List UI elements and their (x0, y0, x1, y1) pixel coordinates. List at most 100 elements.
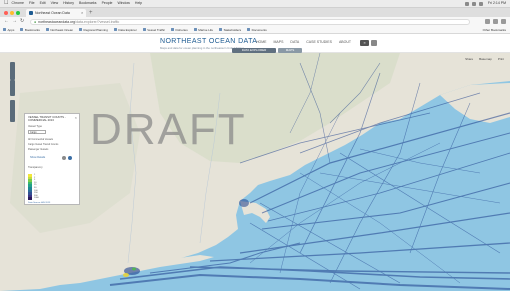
folder-icon (193, 28, 197, 31)
close-icon[interactable]: × (75, 115, 77, 120)
color-scale (28, 174, 32, 200)
bookmark-label: Stakeholders (223, 27, 242, 32)
nav-about[interactable]: ABOUT (339, 40, 351, 44)
folder-icon (45, 28, 49, 31)
menu-bookmarks[interactable]: Bookmarks (79, 0, 97, 7)
folder-icon (79, 28, 83, 31)
new-tab-icon[interactable]: + (89, 9, 93, 17)
folder-icon (219, 28, 223, 31)
info-icon[interactable] (62, 156, 66, 160)
menu-file[interactable]: File (29, 0, 35, 7)
menu-edit[interactable]: Edit (40, 0, 46, 7)
site-nav: HOME MAPS DATA CASE STUDIES ABOUT (256, 40, 358, 44)
back-icon[interactable]: ← (4, 17, 9, 26)
browser-toolbar: ← → ↻ ● northeastoceandata.org /data-exp… (0, 17, 510, 26)
share-button[interactable]: ≡ (360, 40, 369, 46)
scale-labels: 1 2 5 10 25 50 100 250 500 1000 (34, 174, 39, 200)
account-icon[interactable] (371, 40, 377, 46)
data-source-link[interactable]: Data Source: AIS 2013 (28, 202, 50, 204)
close-window-icon[interactable] (4, 10, 8, 15)
vessel-type-select[interactable]: Cargo (28, 130, 46, 134)
bookmark-item[interactable]: Bookmarks (20, 28, 40, 32)
radio-option[interactable]: All Commercial Vessels (28, 138, 53, 141)
menu-help[interactable]: Help (135, 0, 142, 7)
forward-icon[interactable]: → (12, 17, 17, 26)
map-controls: Share Basemap Print (459, 57, 504, 61)
nav-data[interactable]: DATA (290, 40, 299, 44)
os-menubar:  Chrome File Edit View History Bookmark… (0, 0, 510, 8)
share-map-button[interactable]: Share (465, 57, 473, 61)
battery-icon[interactable] (471, 1, 476, 6)
panel-title: VESSEL TRANSIT COUNTS - COMMERCIAL 2013 (28, 115, 66, 123)
folder-icon (20, 28, 24, 31)
volume-icon[interactable] (478, 1, 483, 6)
address-host: northeastoceandata.org (38, 19, 76, 24)
close-tab-icon[interactable]: × (81, 9, 83, 17)
folder-icon (113, 28, 117, 31)
layer-info-panel: VESSEL TRANSIT COUNTS - COMMERCIAL 2013 … (24, 113, 80, 205)
menu-view[interactable]: View (51, 0, 59, 7)
side-tab-tools[interactable] (10, 100, 15, 122)
menu-history[interactable]: History (63, 0, 74, 7)
menu-window[interactable]: Window (117, 0, 129, 7)
nav-maps[interactable]: MAPS (274, 40, 284, 44)
menu-icon[interactable] (501, 19, 506, 24)
other-bookmarks[interactable]: Other Bookmarks (483, 26, 506, 34)
folder-icon (247, 28, 251, 31)
nav-case-studies[interactable]: CASE STUDIES (306, 40, 332, 44)
bookmark-item[interactable]: Fisheries (171, 28, 188, 32)
menu-people[interactable]: People (102, 0, 113, 7)
toolbar-actions (482, 19, 506, 24)
maximize-window-icon[interactable] (16, 10, 20, 15)
minimize-window-icon[interactable] (10, 10, 14, 15)
folder-icon (171, 28, 175, 31)
bookmark-label: Documents (251, 27, 267, 32)
radio-option[interactable]: Passenger Vessels (28, 148, 48, 151)
lock-icon[interactable]: ● (34, 20, 36, 24)
wifi-icon[interactable] (464, 1, 469, 6)
bookmark-item[interactable]: Vessel Traffic (142, 27, 166, 32)
address-path: /data-explorer/?vessel-traffic (75, 19, 120, 24)
bookmark-label: Marine Life (198, 27, 214, 32)
apps-icon (3, 28, 6, 31)
show-details-button[interactable]: Show Details (30, 155, 60, 161)
window-controls (4, 10, 22, 15)
star-icon[interactable] (485, 19, 490, 24)
radio-option[interactable]: Cargo Vessel Transit Counts (28, 143, 58, 146)
bookmark-label: Apps (7, 27, 15, 32)
extension-icon[interactable] (493, 19, 498, 24)
browser-tab-title: Northeast Ocean Data (35, 11, 70, 15)
bookmark-item[interactable]: Northeast Ocean (45, 27, 74, 32)
reload-icon[interactable]: ↻ (20, 17, 24, 26)
bookmark-item[interactable]: Documents (247, 28, 267, 32)
bookmark-item[interactable]: Marine Life (193, 27, 214, 32)
bookmark-item[interactable]: Regional Planning (79, 28, 108, 32)
bookmark-label: Regional Planning (83, 27, 108, 32)
bookmark-item[interactable]: Apps (3, 28, 14, 32)
bookmark-label: Vessel Traffic (147, 27, 166, 32)
menubar-tray: Fri 2:14 PM (462, 0, 506, 7)
bookmark-label: Northeast Ocean (50, 27, 74, 32)
print-button[interactable]: Print (498, 57, 504, 61)
draft-watermark: DRAFT (90, 105, 247, 154)
folder-icon (142, 28, 146, 31)
basemap-button[interactable]: Basemap (479, 57, 492, 61)
bookmark-item[interactable]: Data Explorer (113, 28, 137, 32)
menu-chrome[interactable]: Chrome (12, 0, 24, 7)
bookmark-item[interactable]: Stakeholders (219, 28, 241, 32)
menubar-clock[interactable]: Fri 2:14 PM (488, 0, 506, 7)
side-tab-legend[interactable] (10, 80, 15, 96)
side-tab-layers[interactable] (10, 62, 15, 80)
favicon-icon (29, 11, 33, 15)
apple-icon[interactable]:  (4, 0, 9, 7)
bookmark-label: Fisheries (175, 27, 188, 32)
bookmark-label: Bookmarks (24, 27, 40, 32)
site-title[interactable]: NORTHEAST OCEAN DATA (160, 38, 257, 45)
address-bar[interactable]: ● northeastoceandata.org /data-explorer/… (30, 18, 470, 25)
bookmarks-bar: Apps Bookmarks Northeast Ocean Regional … (0, 26, 510, 34)
browser-tab[interactable]: Northeast Ocean Data × (26, 9, 86, 17)
transparency-label: Transparency (28, 166, 43, 169)
nav-home[interactable]: HOME (256, 40, 267, 44)
download-icon[interactable] (68, 156, 72, 160)
panel-subtitle: Vessel Type (28, 125, 42, 128)
